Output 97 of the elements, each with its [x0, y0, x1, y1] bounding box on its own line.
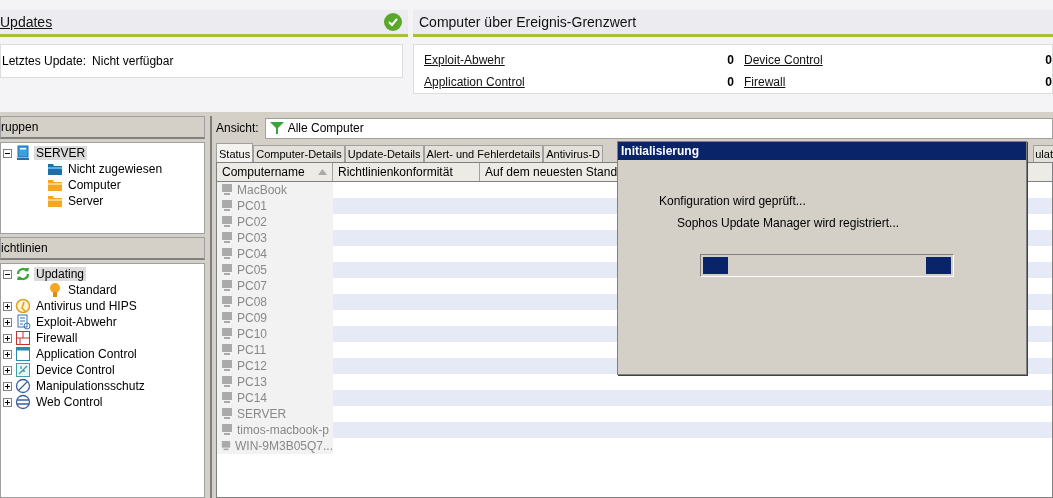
category-link[interactable]: Firewall — [744, 75, 786, 89]
table-cell: MacBook — [217, 182, 333, 198]
refresh-icon — [15, 266, 31, 282]
tree-item[interactable]: Nicht zugewiesen — [66, 162, 165, 176]
field-label: Letztes Update: — [2, 54, 87, 68]
table-cell: PC08 — [217, 294, 333, 310]
prohibited-icon — [15, 378, 31, 394]
table-cell: PC10 — [217, 326, 333, 342]
count: 0 — [1045, 53, 1052, 67]
category-link[interactable]: Device Control — [744, 53, 823, 67]
table-cell: PC01 — [217, 198, 333, 214]
computer-icon — [221, 248, 233, 260]
tree-item[interactable]: Manipulationsschutz — [34, 379, 147, 393]
expander-icon[interactable] — [3, 365, 12, 375]
expander-icon[interactable] — [3, 269, 12, 279]
column-header[interactable]: Richtlinienkonformität — [333, 163, 480, 181]
table-cell: PC04 — [217, 246, 333, 262]
section-title: ichtlinien — [1, 241, 48, 255]
computer-icon — [221, 200, 233, 212]
tree-item[interactable]: Firewall — [34, 331, 80, 345]
window-icon — [15, 346, 31, 362]
folder-icon — [47, 193, 63, 209]
table-cell: timos-macbook-p — [217, 422, 333, 438]
document-icon — [15, 314, 31, 330]
tab[interactable]: Computer-Details — [253, 145, 345, 162]
dialog-title: Initialisierung — [621, 144, 699, 158]
table-cell: PC11 — [217, 342, 333, 358]
table-cell: PC02 — [217, 214, 333, 230]
expander-icon[interactable] — [3, 397, 12, 407]
usb-icon — [15, 362, 31, 378]
tab[interactable]: Alert- und Fehlerdetails — [423, 145, 544, 162]
tab[interactable]: ulat — [1033, 145, 1053, 162]
computer-icon — [221, 440, 231, 452]
computer-icon — [221, 376, 233, 388]
panel-title[interactable]: Updates — [0, 14, 53, 30]
computer-icon — [221, 232, 233, 244]
count: 0 — [727, 75, 734, 89]
computer-icon — [15, 145, 31, 161]
computer-icon — [221, 344, 233, 356]
table-cell: PC09 — [217, 310, 333, 326]
status-text: Sophos Update Manager wird registriert... — [677, 216, 900, 230]
expander-icon[interactable] — [3, 381, 12, 391]
category-link[interactable]: Exploit-Abwehr — [424, 53, 505, 67]
table-cell: WIN-9M3B05Q7... — [217, 438, 333, 454]
computer-icon — [221, 184, 233, 196]
tree-item[interactable]: Standard — [66, 283, 119, 297]
computer-icon — [221, 280, 233, 292]
folder-icon — [47, 177, 63, 193]
count: 0 — [727, 53, 734, 67]
computer-icon — [221, 424, 233, 436]
field-label: Ansicht: — [216, 121, 259, 135]
category-link[interactable]: Application Control — [424, 75, 525, 89]
tree-item[interactable]: Server — [66, 194, 106, 208]
status-text: Konfiguration wird geprüft... — [659, 194, 806, 208]
computer-icon — [221, 360, 233, 372]
column-header[interactable]: Computername — [217, 163, 333, 181]
panel-title: Computer über Ereignis-Grenzwert — [419, 14, 637, 30]
table-cell: PC13 — [217, 374, 333, 390]
sort-icon — [318, 169, 327, 175]
tab[interactable]: Status — [216, 143, 254, 162]
expander-icon[interactable] — [3, 301, 12, 311]
view-dropdown[interactable]: Alle Computer — [264, 117, 1053, 139]
table-cell: PC05 — [217, 262, 333, 278]
firewall-icon — [15, 330, 31, 346]
computer-icon — [221, 312, 233, 324]
tree-item[interactable]: Exploit-Abwehr — [34, 315, 119, 329]
count: 0 — [1045, 75, 1052, 89]
tree-item[interactable]: Computer — [66, 178, 123, 192]
expander-icon[interactable] — [3, 333, 12, 343]
tree-item[interactable]: Antivirus und HIPS — [34, 299, 139, 313]
expander-icon[interactable] — [3, 148, 12, 158]
computer-icon — [221, 216, 233, 228]
tree-item[interactable]: Updating — [34, 267, 87, 281]
globe-icon — [15, 394, 31, 410]
tree-item[interactable]: Device Control — [34, 363, 117, 377]
filter-icon — [269, 121, 284, 135]
table-cell: PC07 — [217, 278, 333, 294]
table-cell: SERVER — [217, 406, 333, 422]
table-cell: PC12 — [217, 358, 333, 374]
computer-icon — [221, 296, 233, 308]
expander-icon[interactable] — [3, 349, 12, 359]
table-cell: PC14 — [217, 390, 333, 406]
section-title: ruppen — [1, 120, 39, 134]
tree-item[interactable]: Application Control — [34, 347, 139, 361]
tree-item[interactable]: SERVER — [34, 146, 88, 160]
expander-icon[interactable] — [3, 317, 12, 327]
tab[interactable]: Antivirus-D — [543, 145, 604, 162]
computer-icon — [221, 328, 233, 340]
folder-icon — [47, 161, 63, 177]
table-cell: PC03 — [217, 230, 333, 246]
computer-icon — [221, 264, 233, 276]
computer-icon — [221, 408, 233, 420]
field-value: Nicht verfügbar — [92, 54, 174, 68]
computer-icon — [221, 392, 233, 404]
tab[interactable]: Update-Details — [344, 145, 424, 162]
tree-item[interactable]: Web Control — [34, 395, 105, 409]
lightbulb-icon — [47, 282, 63, 298]
